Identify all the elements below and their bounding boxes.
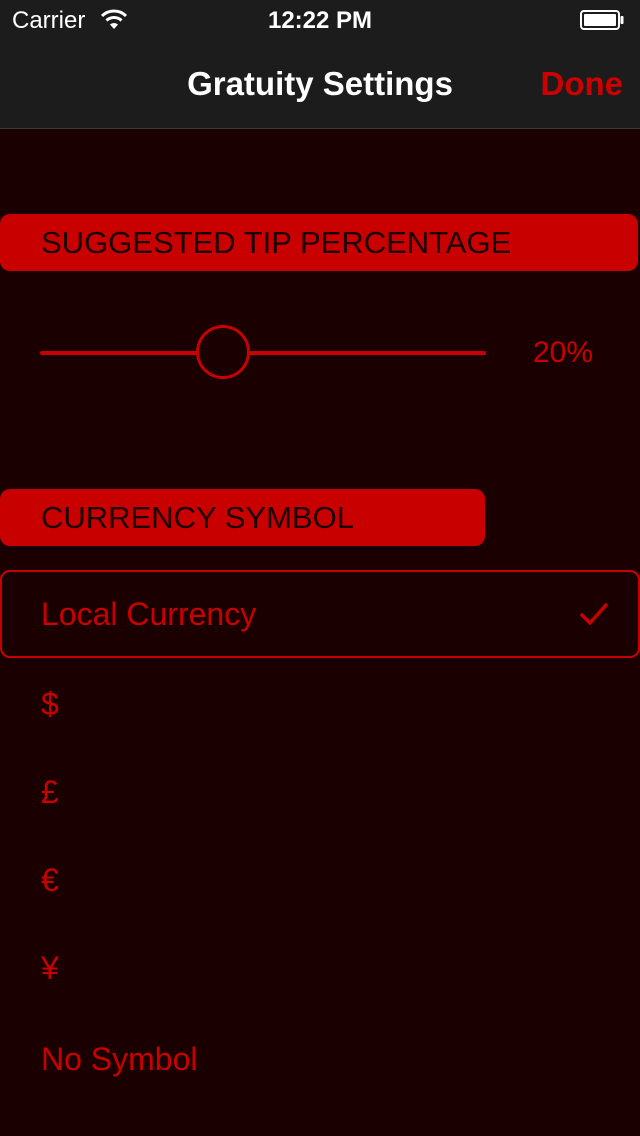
- currency-option-no-symbol[interactable]: No Symbol: [0, 1015, 640, 1103]
- clock-time: 12:22 PM: [267, 7, 373, 34]
- tip-percentage-value: 20%: [533, 336, 594, 369]
- battery-icon: [580, 10, 624, 30]
- slider-track[interactable]: [40, 351, 486, 355]
- currency-option-label: No Symbol: [41, 1041, 198, 1077]
- checkmark-icon: [580, 603, 608, 625]
- done-button[interactable]: Done: [541, 65, 624, 103]
- currency-option-yen[interactable]: ¥: [0, 924, 640, 1012]
- currency-option-euro[interactable]: €: [0, 836, 640, 924]
- currency-option-label: $: [41, 686, 59, 722]
- currency-option-local[interactable]: Local Currency: [0, 570, 640, 658]
- currency-option-dollar[interactable]: $: [0, 660, 640, 748]
- currency-option-label: £: [41, 774, 59, 810]
- settings-screen: Carrier 12:22 PM Gratuity Settings Done …: [0, 0, 640, 1136]
- slider-thumb[interactable]: [196, 325, 250, 379]
- currency-option-label: Local Currency: [41, 596, 257, 632]
- tip-percentage-slider[interactable]: [40, 325, 486, 381]
- currency-option-pound[interactable]: £: [0, 748, 640, 836]
- currency-option-label: €: [41, 862, 59, 898]
- navigation-bar: Gratuity Settings Done: [0, 40, 640, 129]
- currency-option-label: ¥: [41, 950, 59, 986]
- status-bar: Carrier 12:22 PM: [0, 0, 640, 40]
- currency-section-header: CURRENCY SYMBOL: [0, 489, 485, 546]
- tip-section-header: SUGGESTED TIP PERCENTAGE: [0, 214, 638, 271]
